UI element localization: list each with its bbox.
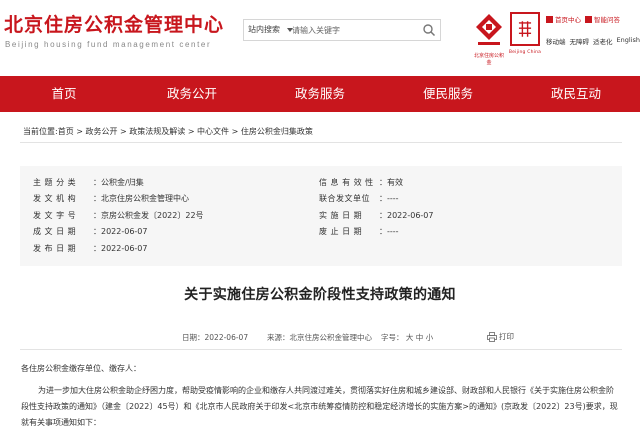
top-link-english[interactable]: English xyxy=(617,36,640,46)
search-input[interactable] xyxy=(292,22,412,38)
info-row: 发 布 日 期：2022-06-07 xyxy=(33,243,148,253)
info-row: 实 施 日 期：2022-06-07 xyxy=(319,210,434,220)
top-link-elderly[interactable]: 适老化 xyxy=(593,36,613,46)
font-size-selector[interactable]: 字号： 大 中 小 xyxy=(381,332,433,343)
top-links: 首页中心 智能问答 移动端 无障碍 适老化 English xyxy=(546,14,640,58)
capital-logo-caption: Beijing China xyxy=(508,50,542,55)
publish-date: 日期：2022-06-07 xyxy=(182,333,249,342)
qa-square-icon xyxy=(585,15,592,23)
site-subtitle: Beijing housing fund management center xyxy=(5,40,212,49)
document-meta: 日期：2022-06-07 来源：北京住房公积金管理中心 字号： 大 中 小 打… xyxy=(0,331,640,344)
nav-item-home[interactable]: 首页 xyxy=(0,76,128,112)
info-row: 发 文 字 号：京房公积金发〔2022〕22号 xyxy=(33,210,204,220)
info-column-right: 信 息 有 效 性：有效 联合发文单位 ：---- 实 施 日 期：2022-06… xyxy=(319,175,434,241)
info-row: 信 息 有 效 性：有效 xyxy=(319,178,403,187)
info-row: 成 文 日 期：2022-06-07 xyxy=(33,227,148,237)
document-paragraph: 为进一步加大住房公积金助企纾困力度，帮助受疫情影响的企业和缴存人共同渡过难关，贯… xyxy=(21,386,618,427)
info-row: 废 止 日 期：---- xyxy=(319,227,399,237)
breadcrumb[interactable]: 当前位置:首页 > 政务公开 > 政策法规及解读 > 中心文件 > 住房公积金归… xyxy=(23,126,313,137)
capital-logo-icon xyxy=(510,12,540,46)
info-row: 发 文 机 构：北京住房公积金管理中心 xyxy=(33,194,189,204)
document-source: 来源：北京住房公积金管理中心 xyxy=(267,333,372,342)
print-button[interactable]: 打印 xyxy=(487,331,514,342)
search-scope-select[interactable]: 站内搜索 xyxy=(248,24,280,35)
site-title[interactable]: 北京住房公积金管理中心 xyxy=(4,10,224,37)
search-icon[interactable] xyxy=(422,23,436,37)
info-row: 主 题 分 类：公积金/归集 xyxy=(33,178,144,187)
home-square-icon xyxy=(546,15,553,23)
top-link-qa[interactable]: 智能问答 xyxy=(585,14,620,24)
nav-item-government-affairs[interactable]: 政务公开 xyxy=(128,76,256,112)
site-header: 北京住房公积金管理中心 Beijing housing fund managem… xyxy=(0,0,640,70)
emblem-caption: 北京住房公积金 xyxy=(474,53,505,66)
divider xyxy=(20,349,622,350)
divider xyxy=(20,142,622,143)
info-column-left: 主 题 分 类：公积金/归集 发 文 机 构：北京住房公积金管理中心 发 文 字… xyxy=(33,175,204,257)
nav-item-interaction[interactable]: 政民互动 xyxy=(512,76,640,112)
top-link-home[interactable]: 首页中心 xyxy=(546,14,581,24)
fund-emblem-icon xyxy=(476,14,502,45)
info-row: 联合发文单位 ：---- xyxy=(319,194,399,204)
document-info-panel: 主 题 分 类：公积金/归集 发 文 机 构：北京住房公积金管理中心 发 文 字… xyxy=(20,166,622,266)
document-salutation: 各住房公积金缴存单位、缴存人： xyxy=(21,364,141,373)
top-link-accessibility[interactable]: 无障碍 xyxy=(570,36,590,46)
top-link-mobile[interactable]: 移动端 xyxy=(546,36,566,46)
nav-item-convenience-services[interactable]: 便民服务 xyxy=(384,76,512,112)
main-nav: 首页 政务公开 政务服务 便民服务 政民互动 xyxy=(0,76,640,112)
printer-icon xyxy=(487,331,497,342)
nav-item-government-services[interactable]: 政务服务 xyxy=(256,76,384,112)
document-title: 关于实施住房公积金阶段性支持政策的通知 xyxy=(184,287,456,303)
search-bar: 站内搜索 xyxy=(243,19,441,41)
